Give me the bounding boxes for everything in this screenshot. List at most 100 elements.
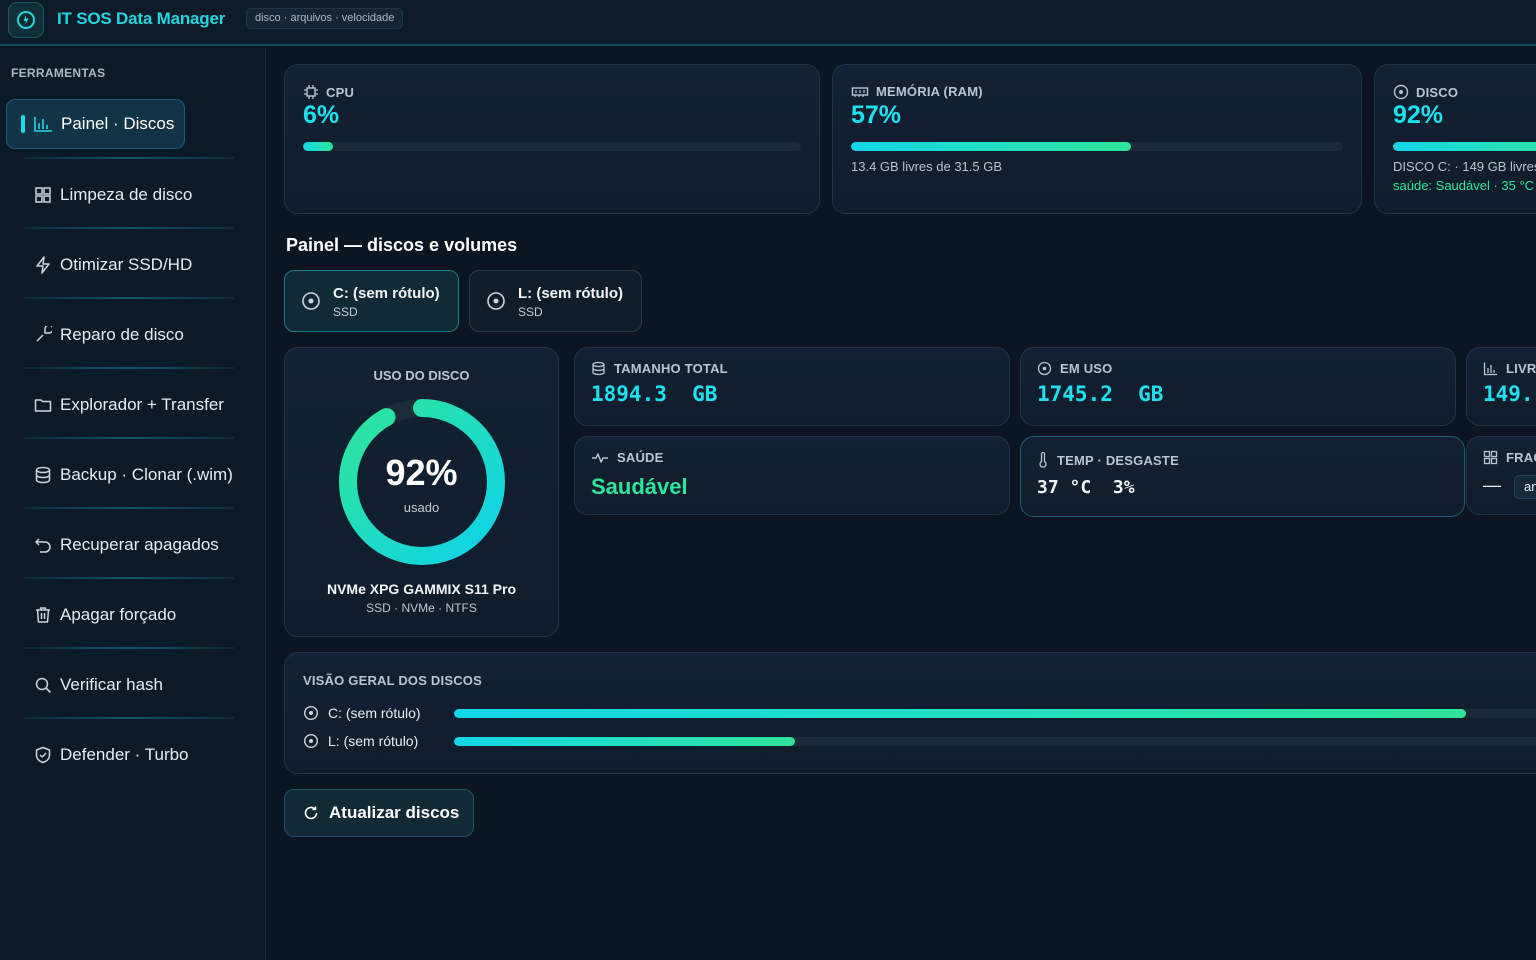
undo-icon xyxy=(34,536,52,554)
sidebar-item-recuperar[interactable]: Recuperar apagados xyxy=(24,520,234,570)
refresh-icon xyxy=(304,806,318,820)
shield-icon xyxy=(34,746,52,764)
cpu-value: 6% xyxy=(303,101,340,129)
database-icon xyxy=(592,361,605,376)
ram-card: MEMÓRIA (RAM) 57% 13.4 GB livres de 31.5… xyxy=(832,64,1362,214)
nav-divider xyxy=(24,227,234,229)
overview-bar-fill xyxy=(454,709,1466,718)
disk-usage-percent: 92% xyxy=(385,452,458,493)
logo-icon xyxy=(17,11,35,29)
sidebar-item-label: Painel · Discos xyxy=(61,114,175,133)
disk-value: 92% xyxy=(1393,101,1444,129)
overview-title: VISÃO GERAL DOS DISCOS xyxy=(303,673,482,688)
app-tagline: disco · arquivos · velocidade xyxy=(246,8,404,29)
refresh-disks-button[interactable]: Atualizar discos xyxy=(284,789,474,837)
fragmentation-label: FRAG xyxy=(1506,450,1536,465)
disk-icon xyxy=(303,705,319,721)
app-logo xyxy=(8,2,44,38)
disk-icon xyxy=(1037,361,1052,376)
analyze-button[interactable]: an xyxy=(1514,475,1536,499)
cpu-progress-track xyxy=(303,142,801,151)
sidebar-item-backup[interactable]: Backup · Clonar (.wim) xyxy=(24,450,234,500)
sidebar-item-defender[interactable]: Defender · Turbo xyxy=(24,730,234,780)
ram-progress-track xyxy=(851,142,1343,151)
overview-bar-l xyxy=(454,737,1536,746)
volume-button-l[interactable]: L: (sem rótulo) SSD xyxy=(469,270,642,332)
app-title: IT SOS Data Manager xyxy=(57,9,226,28)
sidebar-item-label: Apagar forçado xyxy=(60,605,177,624)
sidebar-item-label: Verificar hash xyxy=(60,675,163,694)
overview-bar-c xyxy=(454,709,1536,718)
trash-icon xyxy=(34,606,52,624)
ram-progress-fill xyxy=(851,142,1132,151)
sidebar-item-verificar-hash[interactable]: Verificar hash xyxy=(24,660,234,710)
overview-row-label: C: (sem rótulo) xyxy=(328,705,421,721)
free-size-card: LIVR 149. xyxy=(1466,347,1536,426)
search-icon xyxy=(34,676,52,694)
disk-usage-caption: usado xyxy=(403,500,440,515)
thermometer-icon xyxy=(1039,452,1047,468)
cpu-icon xyxy=(304,85,318,99)
nav-divider xyxy=(24,717,234,719)
nav-divider xyxy=(24,507,234,509)
bar-chart-icon xyxy=(34,117,52,132)
health-value: Saudável xyxy=(591,474,688,499)
disk-free-text: DISCO C: · 149 GB livres xyxy=(1393,159,1536,174)
temp-wear-label: TEMP · DESGASTE xyxy=(1057,452,1179,468)
section-title: Painel — discos e volumes xyxy=(286,235,518,255)
fragmentation-value: — xyxy=(1483,475,1501,495)
disk-icon xyxy=(302,292,320,310)
disk-progress-track xyxy=(1393,142,1536,151)
overview-row-label: L: (sem rótulo) xyxy=(328,733,419,749)
volume-name: C: (sem rótulo) xyxy=(333,285,440,302)
cpu-progress-fill xyxy=(303,142,333,151)
sidebar-section-title: FERRAMENTAS xyxy=(11,66,106,80)
used-size-card: EM USO 1745.2 GB xyxy=(1020,347,1456,426)
disk-icon xyxy=(1393,84,1409,100)
pulse-icon xyxy=(592,452,608,463)
health-card: SAÚDE Saudável xyxy=(574,436,1010,515)
sidebar: FERRAMENTAS Painel · Discos Limpeza de d… xyxy=(0,48,266,960)
sidebar-item-reparo[interactable]: Reparo de disco xyxy=(24,310,234,360)
database-icon xyxy=(34,466,52,484)
total-size-label: TAMANHO TOTAL xyxy=(614,361,728,376)
total-size-card: TAMANHO TOTAL 1894.3 GB xyxy=(574,347,1010,426)
ram-value: 57% xyxy=(851,101,902,129)
overview-row-c: C: (sem rótulo) xyxy=(303,705,421,721)
free-size-value: 149. xyxy=(1483,382,1534,406)
volume-type: SSD xyxy=(333,305,358,319)
health-label: SAÚDE xyxy=(617,450,664,465)
sidebar-item-otimizar[interactable]: Otimizar SSD/HD xyxy=(24,240,234,290)
disk-usage-title: USO DO DISCO xyxy=(373,368,470,383)
used-size-value: 1745.2 GB xyxy=(1037,382,1164,406)
sidebar-item-apagar[interactable]: Apagar forçado xyxy=(24,590,234,640)
disk-icon xyxy=(303,733,319,749)
refresh-label: Atualizar discos xyxy=(329,803,460,822)
sidebar-item-limpeza[interactable]: Limpeza de disco xyxy=(24,170,234,220)
sidebar-item-label: Backup · Clonar (.wim) xyxy=(60,465,233,484)
disks-overview-card: VISÃO GERAL DOS DISCOS C: (sem rótulo) L… xyxy=(284,652,1536,774)
sidebar-item-label: Otimizar SSD/HD xyxy=(60,255,193,274)
top-bar: IT SOS Data Manager disco · arquivos · v… xyxy=(0,0,1536,46)
cpu-card: CPU 6% xyxy=(284,64,820,214)
sidebar-item-label: Limpeza de disco xyxy=(60,185,193,204)
nav-divider xyxy=(24,297,234,299)
disk-icon xyxy=(487,292,505,310)
sidebar-item-painel-discos[interactable]: Painel · Discos xyxy=(6,99,185,149)
disk-card: DISCO 92% DISCO C: · 149 GB livres saúde… xyxy=(1374,64,1536,214)
nav-divider xyxy=(24,157,234,159)
disk-progress-fill xyxy=(1393,142,1536,151)
overview-bar-fill xyxy=(454,737,795,746)
disk-label: DISCO xyxy=(1416,84,1459,100)
ram-free-text: 13.4 GB livres de 31.5 GB xyxy=(851,159,1003,174)
disk-usage-card: USO DO DISCO 92% usado NVMe XPG GAMMIX S… xyxy=(284,347,559,637)
sidebar-item-explorador[interactable]: Explorador + Transfer xyxy=(24,380,234,430)
nav-divider xyxy=(24,437,234,439)
wrench-icon xyxy=(34,326,52,344)
volume-button-c[interactable]: C: (sem rótulo) SSD xyxy=(284,270,459,332)
used-size-label: EM USO xyxy=(1060,361,1113,376)
volume-name: L: (sem rótulo) xyxy=(518,285,623,302)
overview-row-l: L: (sem rótulo) xyxy=(303,733,418,749)
grid-icon xyxy=(34,186,52,204)
fragmentation-card: FRAG — an xyxy=(1466,436,1536,515)
